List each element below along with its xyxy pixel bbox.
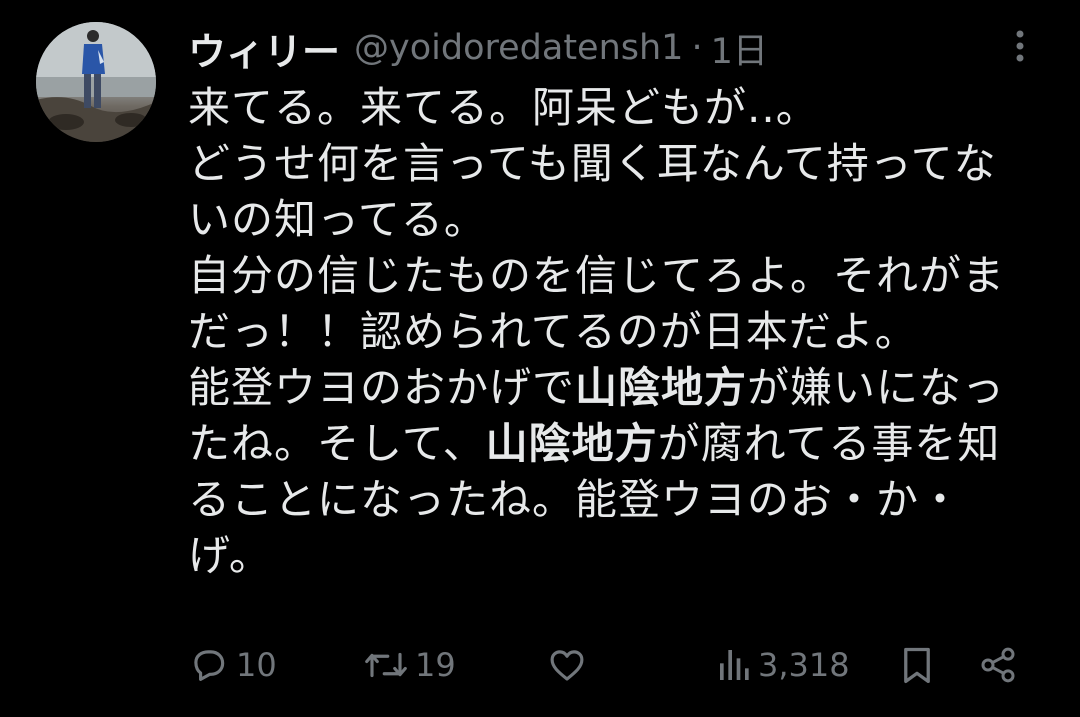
text-segment: だっ！！認められてるのが日本だよ。	[188, 307, 918, 356]
more-options-button[interactable]	[1000, 26, 1040, 66]
like-button[interactable]	[546, 640, 588, 690]
user-handle[interactable]: @yoidoredatensh1	[354, 28, 683, 68]
text-segment: げ。	[188, 531, 272, 580]
retweet-icon	[365, 652, 407, 678]
text-segment: いの知ってる。	[188, 195, 487, 244]
display-name[interactable]: ウィリー	[188, 21, 340, 76]
avatar-photo	[36, 22, 156, 142]
avatar[interactable]	[36, 22, 156, 142]
tweet-text-line: 来てる。来てる。阿呆どもが..。	[188, 80, 1048, 136]
tweet-text-line: 自分の信じたものを信じてろよ。それがま	[188, 248, 1048, 304]
text-segment: が嫌いになっ	[747, 363, 1006, 412]
bookmark-button[interactable]	[898, 640, 936, 690]
reply-bubble-icon	[194, 650, 225, 681]
reply-button[interactable]: 10	[188, 640, 277, 690]
highlighted-keyword: 山陰地方	[485, 419, 658, 468]
retweet-count: 19	[415, 646, 456, 684]
tweet-header: ウィリー @yoidoredatensh1 · 1日	[188, 20, 768, 76]
text-segment: たね。そして、	[188, 419, 486, 468]
views-bar-chart-icon	[720, 650, 749, 680]
text-segment: 来てる。来てる。阿呆どもが..。	[188, 83, 819, 132]
tweet-text-line: だっ！！認められてるのが日本だよ。	[188, 304, 1048, 360]
text-segment: 自分の信じたものを信じてろよ。それがま	[188, 251, 1006, 300]
share-icon	[981, 647, 1015, 683]
views-count: 3,318	[758, 646, 850, 684]
tweet-text-line: いの知ってる。	[188, 192, 1048, 248]
text-segment: 能登ウヨのおかげで	[188, 363, 576, 412]
timestamp[interactable]: 1日	[711, 23, 768, 74]
tweet-actions: 10 19 3,318	[188, 640, 1028, 690]
tweet-text: 来てる。来てる。阿呆どもが..。どうせ何を言っても聞く耳なんて持ってな いの知って…	[188, 80, 1048, 584]
tweet-text-line: 能登ウヨのおかげで山陰地方が嫌いになっ	[188, 360, 1048, 416]
tweet-text-line: どうせ何を言っても聞く耳なんて持ってな	[188, 136, 1048, 192]
text-segment: どうせ何を言っても聞く耳なんて持ってな	[188, 139, 997, 188]
tweet-text-line: げ。	[188, 528, 1048, 584]
views-button[interactable]: 3,318	[718, 640, 850, 690]
tweet-text-line: ることになったね。能登ウヨのお・か・	[188, 472, 1048, 528]
bookmark-icon	[904, 647, 930, 684]
separator-dot: ·	[691, 28, 703, 68]
retweet-button[interactable]: 19	[363, 640, 456, 690]
heart-icon	[550, 650, 584, 681]
share-button[interactable]	[978, 640, 1018, 690]
reply-count: 10	[236, 646, 277, 684]
more-vertical-icon	[1016, 30, 1024, 62]
highlighted-keyword: 山陰地方	[575, 363, 748, 412]
text-segment: ることになったね。能登ウヨのお・か・	[188, 475, 963, 524]
text-segment: が腐れてる事を知	[657, 419, 1001, 468]
tweet-text-line: たね。そして、山陰地方が腐れてる事を知	[188, 416, 1048, 472]
